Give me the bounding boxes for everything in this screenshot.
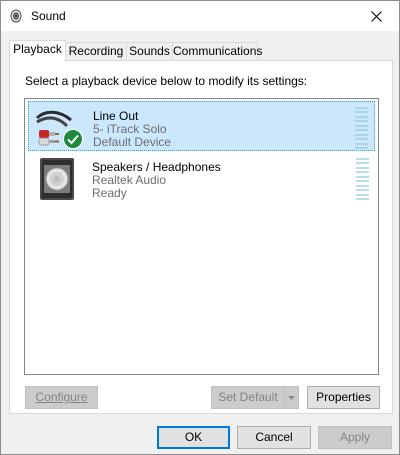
device-subtitle: Realtek Audio (92, 173, 167, 187)
tab-sounds[interactable]: Sounds (126, 42, 173, 60)
close-button[interactable] (353, 1, 399, 31)
apply-button[interactable]: Apply (318, 426, 392, 449)
close-icon (370, 10, 382, 22)
level-meter (356, 158, 369, 200)
dialog-button-bar: OK Cancel Apply (1, 414, 399, 454)
configure-button[interactable]: Configure (25, 386, 98, 409)
instruction-text: Select a playback device below to modify… (25, 74, 308, 88)
properties-label: Properties (316, 390, 371, 404)
device-status: Ready (92, 186, 127, 200)
tab-label: Sounds (129, 44, 170, 58)
sound-dialog: Sound Playback Recording Sounds Communic… (0, 0, 400, 455)
ok-label: OK (184, 430, 203, 444)
apply-label: Apply (339, 430, 371, 444)
device-name: Speakers / Headphones (92, 160, 221, 174)
default-checkmark-icon (63, 129, 83, 149)
device-status: Default Device (93, 135, 172, 149)
device-speakers-headphones[interactable]: Speakers / Headphones Realtek Audio Read… (28, 153, 375, 203)
set-default-button[interactable]: Set Default (211, 386, 285, 409)
title-bar[interactable]: Sound (1, 1, 399, 31)
ok-button[interactable]: OK (157, 426, 230, 449)
device-list[interactable]: Line Out 5- iTrack Solo Default Device S… (24, 98, 379, 375)
window-title: Sound (31, 9, 66, 23)
tab-label: Recording (68, 44, 124, 58)
playback-panel: Select a playback device below to modify… (9, 60, 393, 414)
device-name: Line Out (93, 109, 139, 123)
cancel-label: Cancel (255, 430, 293, 444)
device-line-out[interactable]: Line Out 5- iTrack Solo Default Device (28, 101, 375, 151)
tab-playback[interactable]: Playback (9, 40, 66, 61)
properties-button[interactable]: Properties (307, 386, 380, 409)
speaker-icon (10, 9, 22, 23)
level-meter (355, 107, 368, 149)
tab-communications[interactable]: Communications (172, 42, 262, 60)
tab-label: Communications (173, 44, 263, 58)
device-subtitle: 5- iTrack Solo (93, 122, 167, 136)
configure-label: Configure (35, 390, 88, 404)
set-default-dropdown[interactable] (284, 386, 299, 409)
tab-recording[interactable]: Recording (65, 42, 127, 60)
chevron-down-icon (288, 395, 295, 400)
tab-strip: Playback Recording Sounds Communications (9, 40, 393, 61)
tab-label: Playback (13, 42, 62, 56)
speaker-box-icon (40, 158, 74, 200)
cancel-button[interactable]: Cancel (237, 426, 311, 449)
set-default-label: Set Default (218, 390, 278, 404)
